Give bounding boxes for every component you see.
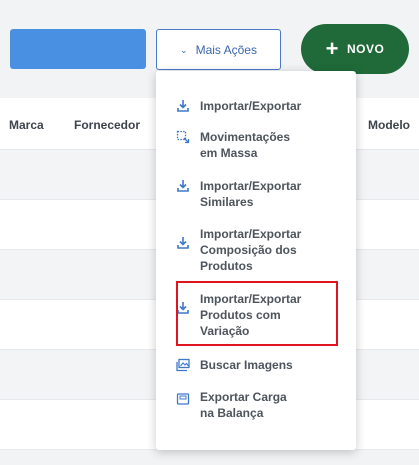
menu-item-label: Importar/Exportar <box>200 99 302 113</box>
column-header-marca[interactable]: Marca <box>9 118 44 132</box>
chevron-down-icon: ⌄ <box>180 45 188 55</box>
download-icon <box>177 237 189 249</box>
more-actions-menu: Importar/Exportar Movimentações em Massa… <box>156 71 356 450</box>
menu-item-exportar-carga-balanca[interactable]: Exportar Carga na Balança <box>176 389 287 421</box>
menu-item-importar-exportar-similares[interactable]: Importar/Exportar Similares <box>176 178 301 210</box>
new-button[interactable]: + NOVO <box>301 24 409 74</box>
menu-item-label: Movimentações em Massa <box>200 130 291 160</box>
more-actions-label: Mais Ações <box>195 42 257 57</box>
primary-action-button[interactable] <box>10 29 146 69</box>
menu-item-label: Importar/Exportar Similares <box>200 179 302 209</box>
new-button-label: NOVO <box>347 42 385 56</box>
menu-item-label: Buscar Imagens <box>200 358 293 372</box>
menu-item-buscar-imagens[interactable]: Buscar Imagens <box>176 357 293 373</box>
menu-item-label: Importar/Exportar Produtos com Variação <box>200 292 302 338</box>
download-icon <box>177 302 189 314</box>
menu-item-importar-exportar-composicao[interactable]: Importar/Exportar Composição dos Produto… <box>176 226 301 274</box>
scale-icon <box>176 393 190 405</box>
download-icon <box>177 180 189 192</box>
menu-item-importar-exportar-variacao[interactable]: Importar/Exportar Produtos com Variação <box>176 291 301 339</box>
menu-item-label: Exportar Carga na Balança <box>200 390 287 420</box>
more-actions-button[interactable]: ⌄ Mais Ações <box>156 29 281 70</box>
download-icon <box>177 100 189 112</box>
images-icon <box>176 358 190 372</box>
column-header-fornecedor[interactable]: Fornecedor <box>74 118 140 132</box>
menu-item-movimentacoes-em-massa[interactable]: Movimentações em Massa <box>176 129 290 161</box>
plus-icon: + <box>325 36 339 61</box>
menu-item-importar-exportar[interactable]: Importar/Exportar <box>176 98 301 114</box>
bulk-move-icon <box>176 130 190 144</box>
menu-item-label: Importar/Exportar Composição dos Produto… <box>200 227 302 273</box>
column-header-modelo[interactable]: Modelo <box>368 118 410 132</box>
